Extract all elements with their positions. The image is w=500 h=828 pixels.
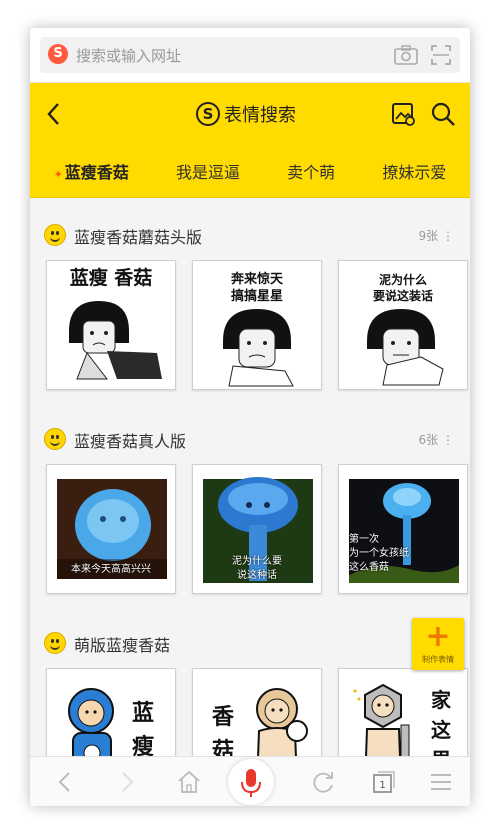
- sticker-caption-line: 说这种话: [237, 570, 277, 581]
- tab-doubi[interactable]: 我是逗逼: [176, 159, 240, 183]
- sticker-card[interactable]: 奔来惊天 搞搞星星: [192, 260, 322, 390]
- sticker-caption: 本来今天高高兴兴: [71, 564, 151, 575]
- sticker-caption-line: 这么香菇: [349, 562, 389, 573]
- menu-icon[interactable]: [428, 769, 454, 795]
- tabs-icon[interactable]: 1: [370, 769, 396, 795]
- nav-forward-icon[interactable]: [114, 769, 140, 795]
- refresh-icon[interactable]: [310, 769, 336, 795]
- sticker-section: 蓝瘦香菇真人版 6张 ⋮ 本来今天高高兴兴 泥为什么要 说这种话 第一次 为一个…: [30, 416, 470, 594]
- svg-text:1: 1: [379, 780, 385, 791]
- section-count[interactable]: 9张 ⋮: [419, 227, 454, 244]
- smiley-icon: [44, 224, 66, 246]
- microphone-icon: [241, 769, 261, 797]
- sticker-card[interactable]: 泥为什么 要说这装话: [338, 260, 468, 390]
- section-count[interactable]: 6张 ⋮: [419, 431, 454, 448]
- smiley-icon: [44, 632, 66, 654]
- nav-back-icon[interactable]: [52, 769, 78, 795]
- sticker-card[interactable]: 第一次 为一个女孩纸 这么香菇: [338, 464, 468, 594]
- sticker-section: 萌版蓝瘦香菇 蓝 瘦 香 菇 家 这: [30, 620, 470, 758]
- section-header[interactable]: 蓝瘦香菇真人版 6张 ⋮: [30, 416, 470, 460]
- mushroom-head-illustration: [69, 301, 162, 380]
- section-header[interactable]: 蓝瘦香菇蘑菇头版 9张 ⋮: [30, 212, 470, 256]
- section-title: 萌版蓝瘦香菇: [74, 636, 171, 655]
- sticker-card[interactable]: 泥为什么要 说这种话: [192, 464, 322, 594]
- section-title: 蓝瘦香菇蘑菇头版: [74, 228, 203, 247]
- home-icon[interactable]: [176, 769, 202, 795]
- sticker-card[interactable]: 家 这 里: [338, 668, 468, 758]
- app-header: S 表情搜索: [30, 83, 470, 145]
- sticker-row: 蓝 瘦 香 菇 家 这: [30, 668, 470, 758]
- sticker-row: 本来今天高高兴兴 泥为什么要 说这种话 第一次 为一个女孩纸 这么香菇: [30, 464, 470, 598]
- voice-search-button[interactable]: [228, 759, 274, 805]
- sticker-list[interactable]: 蓝瘦香菇蘑菇头版 9张 ⋮ 蓝瘦 香菇 奔来惊天 搞搞星星 泥为什么 要说这装话…: [30, 198, 470, 758]
- sticker-section: 蓝瘦香菇蘑菇头版 9张 ⋮ 蓝瘦 香菇 奔来惊天 搞搞星星 泥为什么 要说这装话: [30, 212, 470, 390]
- search-icon[interactable]: [430, 101, 456, 127]
- cartoon-character-illustration: [353, 683, 410, 758]
- url-placeholder: 搜索或输入网址: [76, 47, 182, 65]
- section-title: 蓝瘦香菇真人版: [74, 432, 187, 451]
- sticker-caption-line: 为一个女孩纸: [349, 548, 409, 559]
- cartoon-character-illustration: [256, 688, 308, 758]
- sticker-card[interactable]: 本来今天高高兴兴: [46, 464, 176, 594]
- sticker-caption-line: 瘦: [131, 735, 154, 759]
- sticker-card[interactable]: 蓝 瘦: [46, 668, 176, 758]
- sogou-logo-icon: S: [48, 44, 68, 64]
- sticker-caption-line: 第一次: [349, 534, 379, 545]
- page-title-text: 表情搜索: [224, 105, 296, 126]
- tab-maimeng[interactable]: 卖个萌: [287, 159, 335, 183]
- page-title: S 表情搜索: [196, 99, 296, 129]
- active-star-icon: ✦: [53, 168, 63, 181]
- sticker-caption-line: 家: [431, 688, 451, 712]
- mushroom-head-illustration: [223, 309, 294, 387]
- sticker-caption-line: 蓝: [131, 701, 154, 726]
- scan-icon[interactable]: [430, 44, 452, 66]
- sticker-card[interactable]: 蓝瘦 香菇: [46, 260, 176, 390]
- sticker-caption-line: 这: [431, 718, 451, 742]
- fab-label: 制作表情: [422, 655, 454, 664]
- image-icon[interactable]: [390, 101, 416, 127]
- sticker-caption-line: 泥为什么要: [232, 556, 282, 567]
- address-bar: S 搜索或输入网址: [30, 28, 470, 83]
- tab-liaomei[interactable]: 撩妹示爱: [382, 159, 446, 183]
- browser-window: S 搜索或输入网址 S 表情搜索 ✦ 蓝瘦香菇 我是逗逼 卖个萌 撩妹示爱 蓝瘦…: [30, 28, 470, 806]
- url-input[interactable]: S 搜索或输入网址: [40, 37, 460, 73]
- section-header[interactable]: 萌版蓝瘦香菇: [30, 620, 470, 664]
- back-arrow-icon[interactable]: [42, 99, 66, 129]
- browser-toolbar: 1: [30, 756, 470, 806]
- sticker-row: 蓝瘦 香菇 奔来惊天 搞搞星星 泥为什么 要说这装话: [30, 260, 470, 394]
- smiley-icon: [44, 428, 66, 450]
- camera-icon[interactable]: [394, 45, 418, 65]
- category-tabs: ✦ 蓝瘦香菇 我是逗逼 卖个萌 撩妹示爱: [30, 145, 470, 198]
- sticker-card[interactable]: 香 菇: [192, 668, 322, 758]
- title-logo-icon: S: [196, 102, 220, 126]
- make-sticker-button[interactable]: + 制作表情: [412, 618, 464, 670]
- mushroom-head-illustration: [367, 309, 444, 386]
- plus-icon: +: [425, 619, 451, 654]
- tab-lanshou-xianggu[interactable]: ✦ 蓝瘦香菇: [54, 159, 129, 183]
